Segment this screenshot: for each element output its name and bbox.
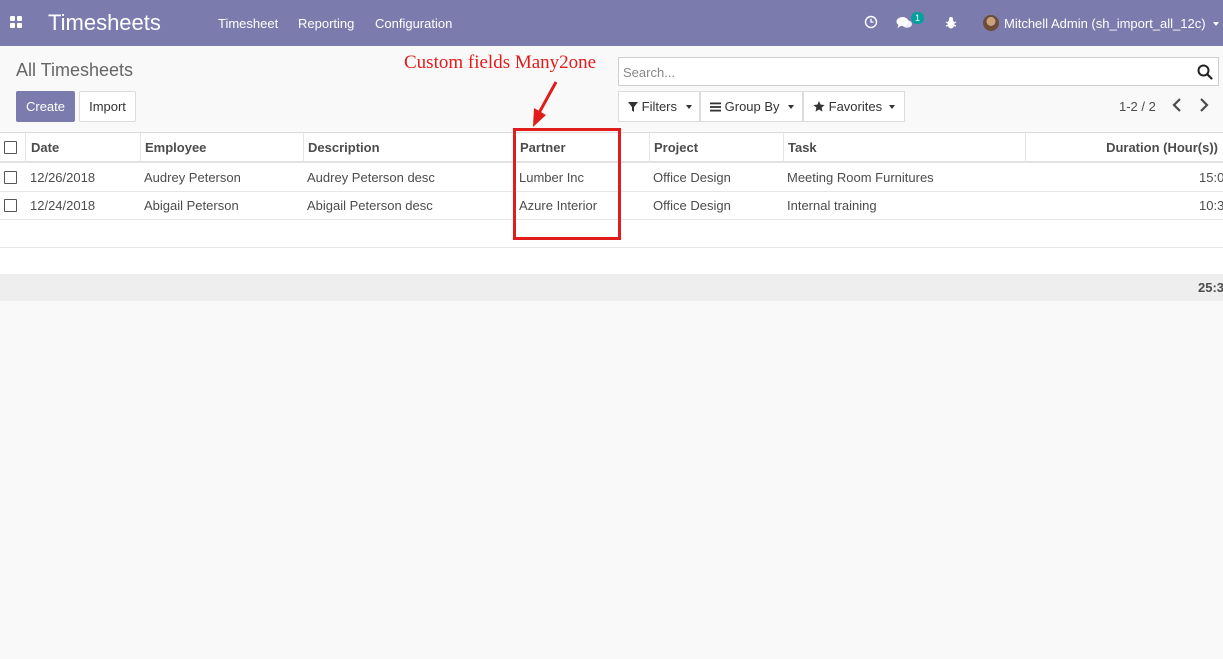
annotation-arrow-line (537, 81, 558, 114)
filters-caret-icon (686, 105, 692, 109)
user-menu[interactable]: Mitchell Admin (sh_import_all_12c) (1004, 16, 1206, 31)
table-footer-total: 25:3 (0, 274, 1223, 301)
cell-date: 12/26/2018 (30, 170, 96, 185)
app-brand[interactable]: Timesheets (48, 10, 161, 36)
cell-employee: Abigail Peterson (144, 198, 239, 213)
search-bar (618, 57, 1219, 86)
annotation-arrow-head (533, 108, 546, 127)
cell-partner: Azure Interior (519, 198, 598, 213)
search-icon[interactable] (1197, 64, 1213, 80)
cell-task: Meeting Room Furnitures (787, 170, 934, 185)
cell-date: 12/24/2018 (30, 198, 96, 213)
column-date[interactable]: Date (31, 133, 136, 163)
table-row[interactable]: 12/26/2018 Audrey Peterson Audrey Peters… (0, 164, 1223, 192)
column-employee[interactable]: Employee (145, 133, 300, 163)
row-checkbox[interactable] (4, 199, 17, 212)
cell-description: Audrey Peterson desc (307, 170, 435, 185)
import-button[interactable]: Import (79, 91, 136, 122)
total-duration: 25:3 (1198, 280, 1223, 295)
debug-bug-icon[interactable] (945, 16, 957, 30)
create-button[interactable]: Create (16, 91, 75, 122)
table-header: Date Employee Description Partner Projec… (0, 133, 1223, 163)
menu-reporting[interactable]: Reporting (298, 16, 354, 31)
star-icon (813, 101, 825, 112)
cell-duration: 10:3 (1199, 198, 1223, 213)
user-caret-icon (1213, 22, 1219, 26)
cell-duration: 15:0 (1199, 170, 1223, 185)
page-title: All Timesheets (16, 60, 134, 80)
cell-project: Office Design (653, 170, 731, 185)
group-by-icon (710, 102, 721, 112)
annotation-label: Custom fields Many2one (404, 52, 597, 73)
empty-row (0, 248, 1223, 276)
select-all-checkbox[interactable] (4, 141, 17, 154)
column-description[interactable]: Description (308, 133, 508, 163)
favorites-button[interactable]: Favorites (803, 91, 905, 122)
menu-timesheet[interactable]: Timesheet (218, 16, 278, 31)
top-navbar: Timesheets Timesheet Reporting Configura… (0, 0, 1223, 46)
cell-partner: Lumber Inc (519, 170, 585, 185)
row-checkbox[interactable] (4, 171, 17, 184)
group-by-button[interactable]: Group By (700, 91, 803, 122)
pager-previous-icon[interactable] (1171, 97, 1183, 113)
apps-menu-icon[interactable] (10, 16, 23, 29)
group-by-label: Group By (724, 99, 780, 114)
pager-next-icon[interactable] (1198, 97, 1210, 113)
filter-icon (628, 102, 638, 112)
pager-value[interactable]: 1-2 / 2 (1119, 99, 1156, 114)
activity-clock-icon[interactable] (864, 15, 878, 29)
cell-description: Abigail Peterson desc (307, 198, 433, 213)
user-avatar[interactable] (983, 15, 999, 31)
menu-configuration[interactable]: Configuration (375, 16, 452, 31)
favorites-caret-icon (889, 105, 895, 109)
column-duration[interactable]: Duration (Hour(s)) (1030, 133, 1218, 163)
empty-row (0, 220, 1223, 248)
cell-task: Internal training (787, 198, 877, 213)
cell-project: Office Design (653, 198, 731, 213)
column-task[interactable]: Task (788, 133, 1018, 163)
annotation-overlay (513, 81, 621, 240)
chat-badge: 1 (911, 12, 925, 24)
column-partner[interactable]: Partner (520, 133, 645, 163)
cell-employee: Audrey Peterson (144, 170, 241, 185)
column-project[interactable]: Project (654, 133, 779, 163)
search-input[interactable] (623, 63, 1183, 81)
group-by-caret-icon (788, 105, 794, 109)
filters-label: Filters (641, 99, 678, 114)
table-row[interactable]: 12/24/2018 Abigail Peterson Abigail Pete… (0, 192, 1223, 220)
favorites-label: Favorites (828, 99, 883, 114)
filters-button[interactable]: Filters (618, 91, 700, 122)
